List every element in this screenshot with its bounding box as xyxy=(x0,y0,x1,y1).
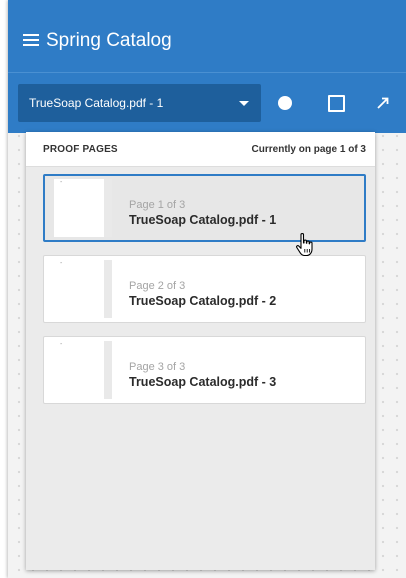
page-number-label: Page 3 of 3 xyxy=(129,361,186,373)
proof-pages-panel: PROOF PAGES Currently on page 1 of 3 - P… xyxy=(26,132,375,570)
hamburger-menu-icon[interactable] xyxy=(23,34,39,46)
circle-tool-icon[interactable] xyxy=(278,96,292,110)
page-name: TrueSoap Catalog.pdf - 2 xyxy=(129,294,277,308)
page-number-label: Page 2 of 3 xyxy=(129,280,186,292)
annotation-toolbar: TrueSoap Catalog.pdf - 1 xyxy=(8,72,406,133)
thumbnail-mark: - xyxy=(60,341,63,348)
proof-pages-header: PROOF PAGES Currently on page 1 of 3 xyxy=(26,132,375,167)
page-thumbnail: - xyxy=(54,260,112,318)
document-select-value: TrueSoap Catalog.pdf - 1 xyxy=(29,96,164,110)
arrow-tool-icon[interactable] xyxy=(373,93,393,113)
app-header: Spring Catalog xyxy=(8,0,406,72)
proof-page-card-2[interactable]: - Page 2 of 3 TrueSoap Catalog.pdf - 2 xyxy=(43,255,366,323)
rectangle-tool-icon[interactable] xyxy=(328,95,345,112)
thumbnail-mark: - xyxy=(60,260,63,267)
page-name: TrueSoap Catalog.pdf - 3 xyxy=(129,375,277,389)
thumbnail-mark: - xyxy=(60,179,63,186)
page-number-label: Page 1 of 3 xyxy=(129,199,186,211)
page-thumbnail: - xyxy=(54,179,112,237)
document-select[interactable]: TrueSoap Catalog.pdf - 1 xyxy=(18,84,261,122)
page-thumbnail: - xyxy=(54,341,112,399)
panel-title: PROOF PAGES xyxy=(43,144,118,155)
chevron-down-icon xyxy=(239,101,249,106)
proof-page-card-1[interactable]: - Page 1 of 3 TrueSoap Catalog.pdf - 1 xyxy=(43,174,366,242)
app-title: Spring Catalog xyxy=(46,30,172,51)
proof-page-card-3[interactable]: - Page 3 of 3 TrueSoap Catalog.pdf - 3 xyxy=(43,336,366,404)
app-window: Spring Catalog TrueSoap Catalog.pdf - 1 … xyxy=(8,0,406,578)
hand-pointer-icon xyxy=(296,233,313,257)
page-name: TrueSoap Catalog.pdf - 1 xyxy=(129,213,277,227)
current-page-status: Currently on page 1 of 3 xyxy=(251,144,366,155)
